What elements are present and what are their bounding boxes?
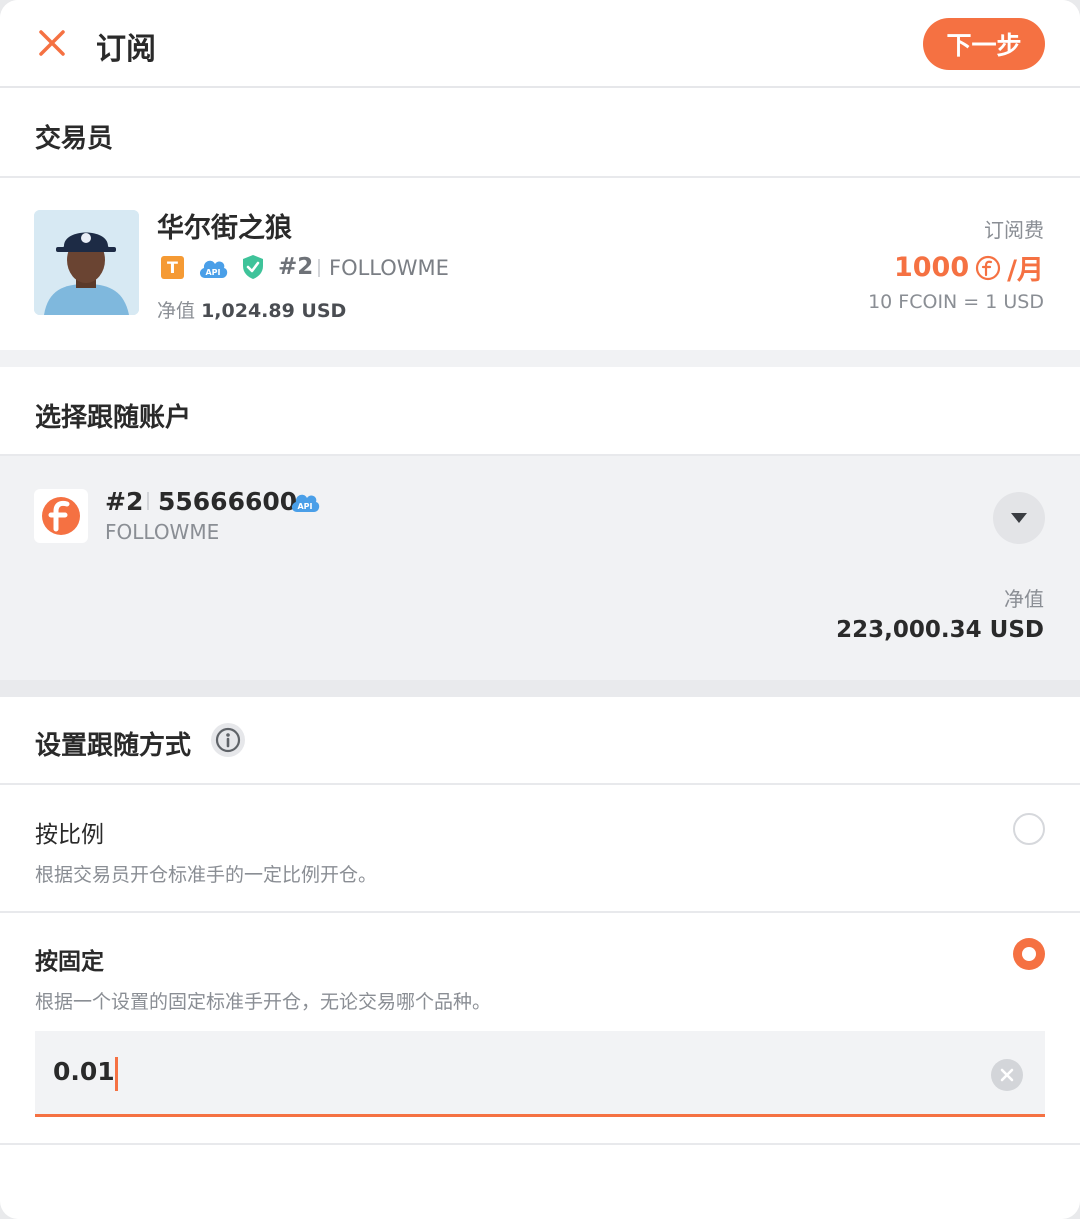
exchange-rate: 10 FCOIN = 1 USD xyxy=(868,291,1044,313)
divider xyxy=(0,176,1080,178)
divider xyxy=(318,259,320,277)
close-icon[interactable] xyxy=(36,27,68,59)
account-rank: #2 xyxy=(105,487,144,516)
fee-value: 1000 /月 xyxy=(894,248,1044,287)
trader-avatar xyxy=(34,210,139,315)
followme-logo-icon xyxy=(34,489,88,543)
chevron-down-icon[interactable] xyxy=(993,492,1045,544)
section-gap xyxy=(0,350,1080,367)
option-fixed-desc: 根据一个设置的固定标准手开仓，无论交易哪个品种。 xyxy=(35,991,492,1013)
trader-nav: 净值 1,024.89 USD xyxy=(157,296,346,323)
api-icon: API xyxy=(290,490,320,514)
info-icon[interactable] xyxy=(210,722,246,758)
account-section-title: 选择跟随账户 xyxy=(35,403,192,433)
trader-rank: #2 xyxy=(278,254,314,280)
shield-check-icon xyxy=(241,254,265,280)
divider xyxy=(0,783,1080,785)
api-icon: API xyxy=(198,256,228,280)
text-caret xyxy=(115,1057,118,1091)
fixed-lot-input[interactable] xyxy=(53,1057,113,1086)
account-number: 55666600 xyxy=(158,487,298,516)
divider xyxy=(0,1143,1080,1145)
trader-broker: FOLLOWME xyxy=(329,256,449,280)
option-ratio-desc: 根据交易员开仓标准手的一定比例开仓。 xyxy=(35,864,378,886)
top-bar: 订阅 下一步 xyxy=(0,0,1080,88)
fcoin-icon xyxy=(975,255,1001,281)
trader-section-title: 交易员 xyxy=(35,124,114,154)
option-ratio-radio[interactable] xyxy=(1013,813,1045,845)
option-ratio-title[interactable]: 按比例 xyxy=(35,815,104,849)
nav-value: 1,024.89 USD xyxy=(201,300,347,322)
fixed-lot-field[interactable] xyxy=(35,1031,1045,1117)
page-title: 订阅 xyxy=(96,32,156,67)
option-fixed-radio[interactable] xyxy=(1013,938,1045,970)
section-gap xyxy=(0,680,1080,697)
account-nav-label: 净值 xyxy=(1004,587,1044,611)
svg-text:API: API xyxy=(205,268,220,277)
fee-label: 订阅费 xyxy=(984,218,1044,242)
nav-label: 净值 xyxy=(157,300,196,322)
fee-amount: 1000 xyxy=(893,252,970,283)
divider xyxy=(147,492,149,510)
t-badge: T xyxy=(161,256,184,279)
fee-unit: /月 xyxy=(1007,255,1044,286)
svg-text:API: API xyxy=(297,502,312,511)
account-broker: FOLLOWME xyxy=(105,520,220,544)
next-button[interactable]: 下一步 xyxy=(923,18,1045,70)
clear-icon[interactable] xyxy=(991,1059,1023,1091)
subscribe-page: 订阅 下一步 交易员 华尔街之狼 T API #2 FOLLOWME 净值 1,… xyxy=(0,0,1080,1219)
trader-name: 华尔街之狼 xyxy=(157,213,292,244)
option-fixed-title[interactable]: 按固定 xyxy=(35,942,104,976)
mode-section-title: 设置跟随方式 xyxy=(35,731,192,761)
divider xyxy=(0,911,1080,913)
account-nav-value: 223,000.34 USD xyxy=(836,617,1044,643)
